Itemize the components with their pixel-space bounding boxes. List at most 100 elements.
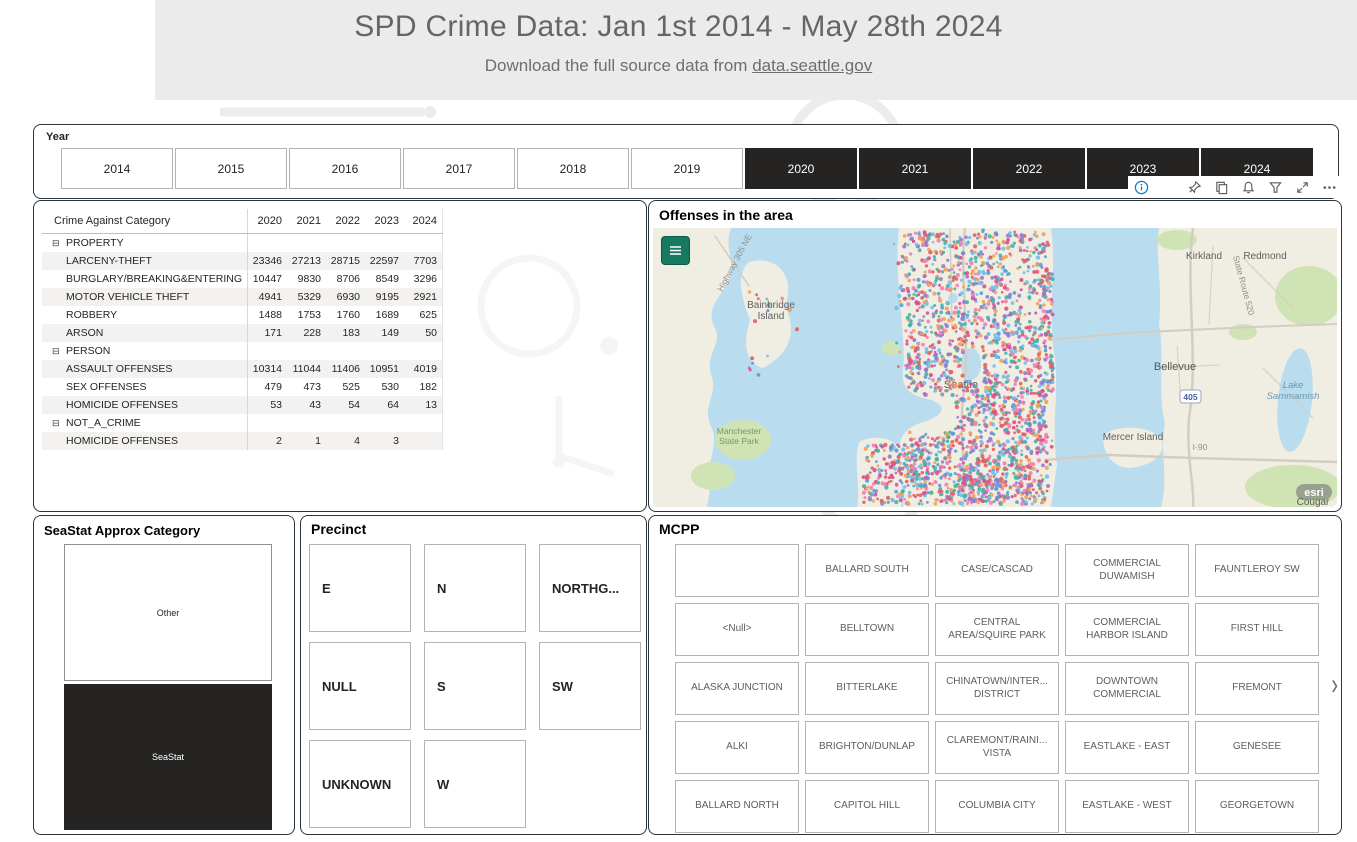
more-options-icon[interactable] (1322, 180, 1337, 195)
year-button-2016[interactable]: 2016 (289, 148, 401, 189)
map-label-bellevue: Bellevue (1154, 361, 1196, 373)
crime-table-body: ⊟PROPERTYLARCENY-THEFT233462721328715225… (42, 234, 443, 450)
mcpp-button-brighton-dunlap[interactable]: BRIGHTON/DUNLAP (805, 721, 929, 774)
cell-value (365, 234, 404, 252)
next-page-chevron[interactable]: › (1331, 668, 1338, 703)
table-row[interactable]: ASSAULT OFFENSES103141104411406109514019 (42, 360, 443, 378)
precinct-button-n[interactable]: N (424, 544, 526, 632)
cell-value: 171 (248, 324, 287, 342)
mcpp-button-first-hill[interactable]: FIRST HILL (1195, 603, 1319, 656)
mcpp-button-ballard-north[interactable]: BALLARD NORTH (675, 780, 799, 833)
mcpp-button-central-area-squire-park[interactable]: CENTRAL AREA/SQUIRE PARK (935, 603, 1059, 656)
mcpp-button-bitterlake[interactable]: BITTERLAKE (805, 662, 929, 715)
mcpp-button-eastlake-west[interactable]: EASTLAKE - WEST (1065, 780, 1189, 833)
map-label-state-park: State Park (719, 436, 759, 446)
page-title: SPD Crime Data: Jan 1st 2014 - May 28th … (0, 10, 1357, 44)
precinct-panel: Precinct ENNORTHG...NULLSSWUNKNOWNW (300, 515, 647, 835)
mcpp-button-columbia-city[interactable]: COLUMBIA CITY (935, 780, 1059, 833)
table-row[interactable]: HOMICIDE OFFENSES2143 (42, 432, 443, 450)
precinct-button-northg[interactable]: NORTHG... (539, 544, 641, 632)
mcpp-button-claremont-raini-vista[interactable]: CLAREMONT/RAINI... VISTA (935, 721, 1059, 774)
copy-icon[interactable] (1214, 180, 1229, 195)
source-data-link[interactable]: data.seattle.gov (752, 56, 872, 75)
column-header-year: 2021 (287, 209, 326, 233)
table-row[interactable]: MOTOR VEHICLE THEFT49415329693091952921 (42, 288, 443, 306)
table-row[interactable]: SEX OFFENSES479473525530182 (42, 378, 443, 396)
seastat-title: SeaStat Approx Category (44, 523, 200, 538)
mcpp-button-capitol-hill[interactable]: CAPITOL HILL (805, 780, 929, 833)
table-row[interactable]: ⊟NOT_A_CRIME (42, 414, 443, 432)
mcpp-button-belltown[interactable]: BELLTOWN (805, 603, 929, 656)
precinct-button-null[interactable]: NULL (309, 642, 411, 730)
map-label-island: Island (758, 311, 785, 322)
cell-value: 4941 (248, 288, 287, 306)
precinct-button-w[interactable]: W (424, 740, 526, 828)
cell-value: 9830 (287, 270, 326, 288)
seastat-button-other[interactable]: Other (64, 544, 272, 681)
mcpp-button-case-cascad[interactable]: CASE/CASCAD (935, 544, 1059, 597)
alert-icon[interactable] (1241, 180, 1256, 195)
mcpp-button-eastlake-east[interactable]: EASTLAKE - EAST (1065, 721, 1189, 774)
table-row[interactable]: ⊟PERSON (42, 342, 443, 360)
cell-value (248, 342, 287, 360)
cell-value: 11406 (326, 360, 365, 378)
precinct-button-unknown[interactable]: UNKNOWN (309, 740, 411, 828)
year-button-2022[interactable]: 2022 (973, 148, 1085, 189)
precinct-button-s[interactable]: S (424, 642, 526, 730)
row-label: MOTOR VEHICLE THEFT (66, 291, 189, 303)
cell-value: 7703 (404, 252, 443, 270)
collapse-icon[interactable]: ⊟ (52, 414, 66, 432)
map-legend-button[interactable] (661, 236, 690, 265)
pin-icon[interactable] (1187, 180, 1202, 195)
focus-mode-icon[interactable] (1295, 180, 1310, 195)
map-label-lake: Lake (1283, 380, 1304, 391)
mcpp-button-alki[interactable]: ALKI (675, 721, 799, 774)
row-header-cell: ROBBERY (42, 306, 248, 324)
mcpp-button-fremont[interactable]: FREMONT (1195, 662, 1319, 715)
table-row[interactable]: BURGLARY/BREAKING&ENTERING10447983087068… (42, 270, 443, 288)
cell-value: 43 (287, 396, 326, 414)
table-row[interactable]: ⊟PROPERTY (42, 234, 443, 252)
mcpp-button-georgetown[interactable]: GEORGETOWN (1195, 780, 1319, 833)
cell-value: 10314 (248, 360, 287, 378)
map-label-i-90: I-90 (1193, 442, 1208, 452)
mcpp-button-ballard-south[interactable]: BALLARD SOUTH (805, 544, 929, 597)
row-header-cell: ASSAULT OFFENSES (42, 360, 248, 378)
seastat-button-seastat[interactable]: SeaStat (64, 684, 272, 830)
year-button-2014[interactable]: 2014 (61, 148, 173, 189)
year-button-2019[interactable]: 2019 (631, 148, 743, 189)
year-button-2021[interactable]: 2021 (859, 148, 971, 189)
year-button-2018[interactable]: 2018 (517, 148, 629, 189)
offense-map[interactable]: Seattle BainbridgeIslandManchesterState … (653, 228, 1337, 507)
row-label: ROBBERY (66, 309, 117, 321)
cell-value: 50 (404, 324, 443, 342)
table-row[interactable]: ARSON17122818314950 (42, 324, 443, 342)
collapse-icon[interactable]: ⊟ (52, 234, 66, 252)
mcpp-button-fauntleroy-sw[interactable]: FAUNTLEROY SW (1195, 544, 1319, 597)
cell-value: 1 (287, 432, 326, 450)
mcpp-button-downtown-commercial[interactable]: DOWNTOWN COMMERCIAL (1065, 662, 1189, 715)
row-header-cell: ⊟PERSON (42, 342, 248, 360)
mcpp-button-commercial-duwamish[interactable]: COMMERCIAL DUWAMISH (1065, 544, 1189, 597)
collapse-icon[interactable]: ⊟ (52, 342, 66, 360)
mcpp-button-alaska-junction[interactable]: ALASKA JUNCTION (675, 662, 799, 715)
filter-icon[interactable] (1268, 180, 1283, 195)
year-button-2015[interactable]: 2015 (175, 148, 287, 189)
info-icon[interactable] (1134, 180, 1149, 195)
year-button-2020[interactable]: 2020 (745, 148, 857, 189)
year-button-2017[interactable]: 2017 (403, 148, 515, 189)
row-label: PROPERTY (66, 237, 124, 249)
mcpp-button-chinatown-inter-district[interactable]: CHINATOWN/INTER... DISTRICT (935, 662, 1059, 715)
precinct-button-e[interactable]: E (309, 544, 411, 632)
mcpp-button-genesee[interactable]: GENESEE (1195, 721, 1319, 774)
mcpp-button-blank[interactable] (675, 544, 799, 597)
row-header-cell: HOMICIDE OFFENSES (42, 432, 248, 450)
precinct-button-sw[interactable]: SW (539, 642, 641, 730)
cell-value: 23346 (248, 252, 287, 270)
mcpp-button-null[interactable]: <Null> (675, 603, 799, 656)
table-row[interactable]: HOMICIDE OFFENSES5343546413 (42, 396, 443, 414)
table-row[interactable]: LARCENY-THEFT233462721328715225977703 (42, 252, 443, 270)
mcpp-button-commercial-harbor-island[interactable]: COMMERCIAL HARBOR ISLAND (1065, 603, 1189, 656)
table-row[interactable]: ROBBERY1488175317601689625 (42, 306, 443, 324)
map-label-kirkland: Kirkland (1186, 251, 1222, 262)
